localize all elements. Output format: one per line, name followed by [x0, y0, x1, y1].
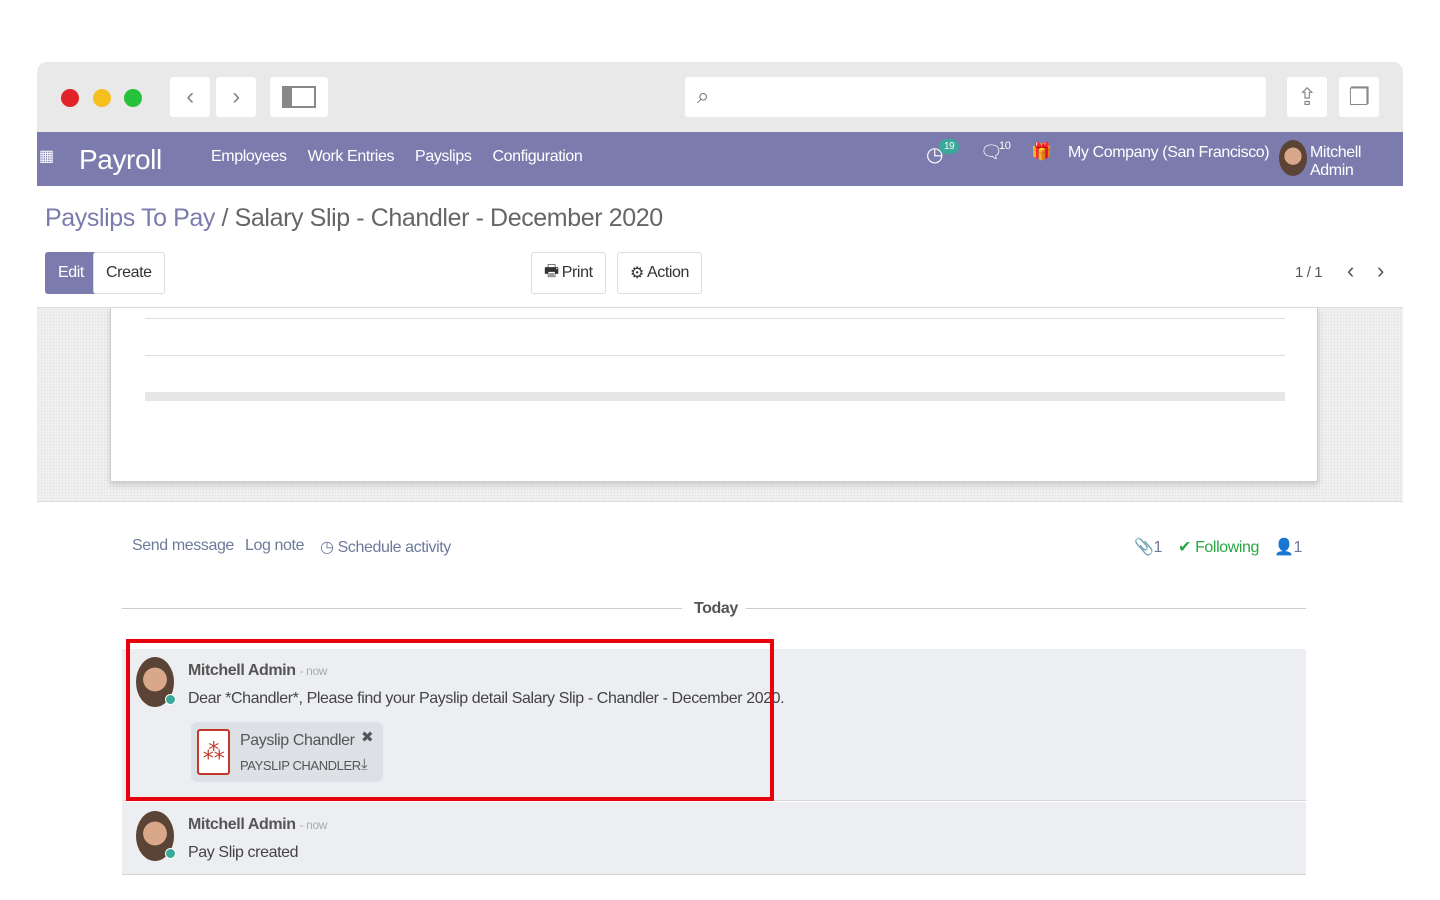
close-window-button[interactable] — [61, 89, 79, 107]
action-label: Action — [646, 264, 690, 281]
breadcrumb-parent[interactable]: Payslips To Pay — [45, 204, 215, 232]
breadcrumb: Payslips To Pay / Salary Slip - Chandler… — [45, 204, 663, 233]
pager-next-icon[interactable]: › — [1377, 258, 1384, 284]
pager-value: 1 / 1 — [1295, 264, 1323, 281]
activity-count-badge: 19 — [939, 139, 960, 154]
clock-icon: ◷ — [320, 539, 334, 556]
address-bar[interactable]: ⌕ — [685, 77, 1266, 117]
message-time: - now — [299, 818, 328, 832]
create-button[interactable]: Create — [93, 252, 165, 294]
schedule-activity-label: Schedule activity — [337, 539, 452, 556]
share-icon[interactable]: ⇪ — [1287, 77, 1327, 117]
apps-menu-icon[interactable]: ▦ — [39, 146, 54, 166]
maximize-window-button[interactable] — [124, 89, 142, 107]
schedule-activity-button[interactable]: ◷ Schedule activity — [320, 537, 451, 557]
highlight-box — [126, 639, 774, 801]
messages-count: 10 — [999, 140, 1011, 152]
following-button[interactable]: ✔ Following — [1178, 537, 1259, 557]
navbar: ▦ Payroll Employees Work Entries Payslip… — [37, 132, 1403, 186]
menu-work-entries[interactable]: Work Entries — [308, 148, 395, 166]
attachments-button[interactable]: 📎1 — [1134, 537, 1162, 557]
user-avatar[interactable] — [1279, 140, 1307, 176]
menu-configuration[interactable]: Configuration — [492, 148, 582, 166]
minimize-window-button[interactable] — [93, 89, 111, 107]
print-icon: 🖶 — [544, 262, 559, 280]
breadcrumb-separator: / — [215, 204, 235, 232]
author-avatar[interactable] — [136, 811, 176, 861]
control-panel: Payslips To Pay / Salary Slip - Chandler… — [37, 186, 1403, 308]
date-separator: Today — [694, 600, 738, 617]
message-author[interactable]: Mitchell Admin - now — [188, 816, 327, 834]
online-status-icon — [165, 848, 176, 859]
followers-count: 1 — [1293, 539, 1303, 556]
menu-payslips[interactable]: Payslips — [415, 148, 472, 166]
breadcrumb-current: Salary Slip - Chandler - December 2020 — [234, 204, 663, 232]
print-label: Print — [561, 264, 593, 281]
message-body: Pay Slip created — [188, 844, 299, 861]
browser-window: ‹ › ⌕ ⇪ ❐ ▦ Payroll Employees Work Entri… — [37, 62, 1403, 900]
check-icon: ✔ — [1178, 539, 1192, 556]
chatter: Send message Log note ◷ Schedule activit… — [37, 503, 1403, 900]
gift-icon[interactable]: 🎁 — [1031, 142, 1052, 162]
following-label: Following — [1195, 539, 1260, 556]
gear-icon: ⚙ — [630, 265, 644, 282]
form-sheet — [110, 308, 1318, 482]
attachments-count: 1 — [1153, 539, 1163, 556]
form-background — [37, 308, 1403, 502]
browser-toolbar: ‹ › ⌕ ⇪ ❐ — [37, 62, 1403, 132]
user-icon: 👤 — [1274, 539, 1294, 556]
message-item: Mitchell Admin - now Pay Slip created — [122, 802, 1306, 875]
print-button[interactable]: 🖶 Print — [531, 252, 606, 294]
user-menu[interactable]: Mitchell Admin — [1310, 144, 1403, 180]
action-button[interactable]: ⚙ Action — [617, 252, 703, 294]
pager-prev-icon[interactable]: ‹ — [1347, 258, 1354, 284]
back-icon[interactable]: ‹ — [170, 77, 210, 117]
forward-icon[interactable]: › — [216, 77, 256, 117]
company-switcher[interactable]: My Company (San Francisco) — [1068, 144, 1270, 162]
send-message-button[interactable]: Send message — [132, 537, 234, 555]
tabs-icon[interactable]: ❐ — [1339, 77, 1379, 117]
followers-button[interactable]: 👤1 — [1274, 537, 1302, 557]
app-title[interactable]: Payroll — [79, 144, 162, 176]
sidebar-icon[interactable] — [270, 77, 328, 117]
menu-employees[interactable]: Employees — [211, 148, 287, 166]
log-note-button[interactable]: Log note — [245, 537, 304, 555]
paperclip-icon: 📎 — [1134, 539, 1154, 556]
edit-button[interactable]: Edit — [45, 252, 97, 294]
search-icon: ⌕ — [697, 83, 709, 108]
